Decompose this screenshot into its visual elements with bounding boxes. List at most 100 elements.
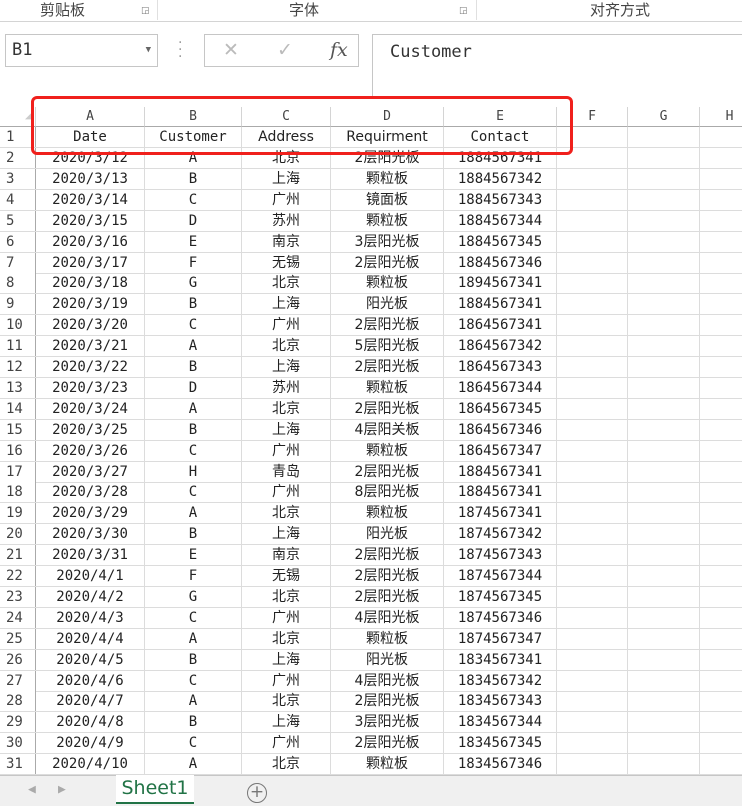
cell[interactable] xyxy=(628,440,700,461)
cell[interactable] xyxy=(557,670,628,691)
cell[interactable]: 1834567341 xyxy=(444,649,557,670)
cell[interactable] xyxy=(557,148,628,168)
cell[interactable]: 广州 xyxy=(242,315,331,336)
column-header-b[interactable]: B xyxy=(145,107,242,127)
cell[interactable] xyxy=(628,754,700,775)
cell[interactable]: 2020/3/29 xyxy=(36,503,145,524)
row-header[interactable]: 29 xyxy=(0,712,36,733)
cell[interactable] xyxy=(557,461,628,482)
dialog-launcher-icon[interactable]: ◲ xyxy=(141,6,150,16)
cell[interactable]: 颗粒板 xyxy=(331,754,444,775)
cell[interactable]: 2020/3/21 xyxy=(36,336,145,357)
cell[interactable]: 8层阳光板 xyxy=(331,482,444,503)
row-header[interactable]: 8 xyxy=(0,273,36,294)
cell[interactable]: 苏州 xyxy=(242,377,331,398)
cell[interactable]: 2020/3/26 xyxy=(36,440,145,461)
cell[interactable]: 2层阳光板 xyxy=(331,566,444,586)
cell[interactable] xyxy=(628,691,700,712)
cell[interactable] xyxy=(557,524,628,545)
cell[interactable]: 3层阳光板 xyxy=(331,231,444,252)
cell[interactable] xyxy=(557,754,628,775)
cell[interactable]: 颗粒板 xyxy=(331,210,444,231)
cell[interactable]: 2层阳光板 xyxy=(331,148,444,168)
cell[interactable]: 上海 xyxy=(242,294,331,315)
cell[interactable]: 1874567346 xyxy=(444,607,557,628)
cell[interactable] xyxy=(557,691,628,712)
row-header[interactable]: 7 xyxy=(0,252,36,273)
cell[interactable]: 1864567342 xyxy=(444,336,557,357)
cell[interactable] xyxy=(557,440,628,461)
cell[interactable] xyxy=(628,649,700,670)
row-header[interactable]: 10 xyxy=(0,315,36,336)
cell[interactable] xyxy=(557,586,628,607)
cell[interactable]: 北京 xyxy=(242,398,331,419)
cell[interactable]: 1834567346 xyxy=(444,754,557,775)
cell[interactable] xyxy=(700,629,742,649)
cell[interactable] xyxy=(700,253,742,273)
cell[interactable] xyxy=(700,671,742,691)
cell[interactable]: 南京 xyxy=(242,231,331,252)
cell[interactable]: 2020/3/28 xyxy=(36,482,145,503)
cell[interactable]: 2020/4/7 xyxy=(36,691,145,712)
cell[interactable]: 2020/4/8 xyxy=(36,712,145,733)
cell[interactable]: 广州 xyxy=(242,670,331,691)
row-header[interactable]: 11 xyxy=(0,336,36,357)
cell[interactable]: B xyxy=(145,712,242,733)
cell[interactable] xyxy=(557,189,628,210)
cell[interactable]: 1834567345 xyxy=(444,733,557,754)
cell[interactable] xyxy=(628,586,700,607)
row-header[interactable]: 28 xyxy=(0,691,36,712)
chevron-down-icon[interactable]: ▼ xyxy=(146,35,151,66)
cell[interactable] xyxy=(700,524,742,544)
cell[interactable]: 2020/4/3 xyxy=(36,607,145,628)
cell[interactable]: 无锡 xyxy=(242,566,331,586)
cell[interactable]: 镜面板 xyxy=(331,189,444,210)
cell[interactable]: Date xyxy=(36,127,145,147)
row-header[interactable]: 22 xyxy=(0,566,36,586)
row-header[interactable]: 18 xyxy=(0,482,36,503)
row-header[interactable]: 9 xyxy=(0,294,36,315)
cell[interactable]: 1864567343 xyxy=(444,357,557,377)
cell[interactable]: 颗粒板 xyxy=(331,273,444,294)
cell[interactable] xyxy=(557,377,628,398)
cell[interactable]: B xyxy=(145,168,242,189)
row-header[interactable]: 31 xyxy=(0,754,36,775)
cell[interactable] xyxy=(628,733,700,754)
cell[interactable]: 广州 xyxy=(242,733,331,754)
cell[interactable]: 2020/3/16 xyxy=(36,231,145,252)
dialog-launcher-icon[interactable]: ◲ xyxy=(459,6,468,16)
row-header[interactable]: 26 xyxy=(0,649,36,670)
cell[interactable]: 1874567343 xyxy=(444,545,557,566)
cell[interactable]: A xyxy=(145,754,242,775)
cell[interactable]: 北京 xyxy=(242,503,331,524)
cell[interactable] xyxy=(557,607,628,628)
scroll-right-icon[interactable]: ▶ xyxy=(58,782,66,797)
cell[interactable]: 2020/4/10 xyxy=(36,754,145,775)
cell[interactable]: 1864567344 xyxy=(444,377,557,398)
cell[interactable] xyxy=(700,545,742,565)
cell[interactable]: C xyxy=(145,670,242,691)
cell[interactable]: C xyxy=(145,189,242,210)
cell[interactable]: 1884567345 xyxy=(444,231,557,252)
cell[interactable] xyxy=(628,712,700,733)
cancel-icon[interactable]: ✕ xyxy=(223,39,239,61)
cell[interactable] xyxy=(700,587,742,607)
cell[interactable]: C xyxy=(145,733,242,754)
cell[interactable] xyxy=(628,127,700,147)
insert-function-icon[interactable]: fx xyxy=(330,39,348,61)
cell[interactable]: 1834567344 xyxy=(444,712,557,733)
cell[interactable] xyxy=(700,482,742,502)
cell[interactable] xyxy=(557,419,628,440)
row-header[interactable]: 16 xyxy=(0,440,36,461)
cell[interactable]: F xyxy=(145,252,242,273)
cell[interactable] xyxy=(557,566,628,586)
cell[interactable]: E xyxy=(145,545,242,566)
column-header-h[interactable]: H xyxy=(700,107,742,127)
cell[interactable] xyxy=(700,503,742,523)
cell[interactable] xyxy=(700,148,742,168)
cell[interactable]: 2020/3/23 xyxy=(36,377,145,398)
cell[interactable] xyxy=(628,524,700,545)
cell[interactable] xyxy=(700,441,742,461)
cell[interactable] xyxy=(700,232,742,252)
cell[interactable] xyxy=(700,357,742,377)
